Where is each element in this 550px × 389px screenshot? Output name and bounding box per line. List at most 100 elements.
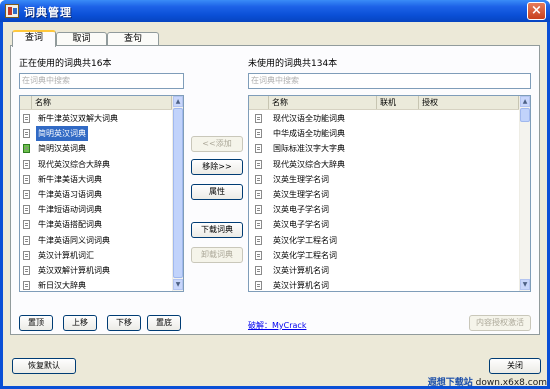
in-use-search-input[interactable]: 在词典中搜索	[19, 73, 184, 89]
header-icon-column	[249, 96, 269, 109]
header-name-column[interactable]: 名称	[32, 96, 172, 109]
crack-info: 破解：MyCrack	[248, 320, 306, 331]
in-use-dictionary-row[interactable]: 牛津英语搭配词典	[20, 217, 172, 232]
in-use-dictionary-row[interactable]: 简明汉英词典	[20, 141, 172, 156]
not-in-use-dictionary-row[interactable]: 英汉生理学名词	[249, 187, 519, 202]
not-in-use-list-header: 名称 联机 授权	[249, 96, 519, 110]
scroll-down-arrow-icon[interactable]: ▼	[173, 279, 183, 290]
dictionary-name: 英汉双解计算机词典	[38, 266, 110, 275]
in-use-dictionary-row[interactable]: 英汉双解计算机词典	[20, 263, 172, 278]
window-title: 词典管理	[24, 6, 72, 19]
not-in-use-dictionary-row[interactable]: 现代英汉综合大辞典	[249, 157, 519, 172]
dictionary-name: 英汉计算机名词	[273, 281, 329, 291]
scroll-thumb[interactable]	[520, 108, 530, 122]
scroll-thumb[interactable]	[173, 108, 183, 278]
not-in-use-dictionary-list[interactable]: 名称 联机 授权 现代汉语全功能词典中华成语全功能词典国际标准汉字大字典 现代英汉…	[248, 95, 531, 292]
dict-icon	[23, 190, 30, 199]
dict-icon	[23, 250, 30, 260]
dict-icon	[255, 190, 262, 199]
dictionary-name: 牛津英语习语词典	[38, 190, 102, 199]
not-in-use-dictionary-row[interactable]: 英汉电子学名词	[249, 217, 519, 232]
not-in-use-dictionary-row[interactable]: 中华成语全功能词典	[249, 126, 519, 141]
in-use-dictionary-row[interactable]: 现代英汉综合大辞典	[20, 157, 172, 172]
tab-panel: 正在使用的词典共16本 在词典中搜索 名称 新牛津英汉双解大词典简明英汉词典 简明…	[10, 45, 540, 335]
in-use-vertical-scrollbar[interactable]: ▲ ▼	[172, 96, 183, 291]
dictionary-name: 现代英汉综合大辞典	[38, 159, 110, 169]
scroll-down-arrow-icon[interactable]: ▼	[520, 279, 530, 290]
dict-icon	[23, 220, 30, 230]
uninstall-dictionary-button[interactable]: 卸载词典	[191, 247, 243, 263]
dictionary-name: 英汉化学工程名词	[273, 235, 337, 245]
close-button[interactable]: 关闭	[489, 358, 541, 374]
in-use-dictionary-row[interactable]: 新牛津英汉双解大词典	[20, 111, 172, 126]
move-up-button[interactable]: 上移	[63, 315, 97, 331]
dict-icon	[23, 129, 30, 139]
dialog-client-area: 查词 取词 查句 正在使用的词典共16本 在词典中搜索 名称 新牛津英汉双解大词…	[3, 22, 547, 386]
not-in-use-vertical-scrollbar[interactable]: ▲ ▼	[519, 96, 530, 291]
not-in-use-dictionary-row[interactable]: 国际标准汉字大字典	[249, 141, 519, 156]
in-use-dictionary-row[interactable]: 简明英汉词典	[20, 126, 172, 142]
scroll-up-arrow-icon[interactable]: ▲	[173, 96, 183, 107]
move-bottom-button[interactable]: 置底	[147, 315, 181, 331]
title-bar[interactable]: 词典管理 ×	[0, 0, 550, 22]
crack-link[interactable]: MyCrack	[272, 321, 306, 330]
not-in-use-dictionary-row[interactable]: 汉英计算机名词	[249, 263, 519, 278]
dict-icon	[255, 144, 262, 154]
in-use-count-label: 正在使用的词典共16本	[19, 59, 112, 69]
dictionary-name: 简明英汉词典	[36, 126, 88, 142]
tab-lookup-sentence[interactable]: 查句	[107, 32, 159, 46]
in-use-dictionary-row[interactable]: 新牛津美语大词典	[20, 172, 172, 187]
not-in-use-search-input[interactable]: 在词典中搜索	[248, 73, 531, 89]
dictionary-name: 汉英电子学名词	[273, 205, 329, 215]
in-use-dictionary-row[interactable]: 牛津英语习语词典	[20, 187, 172, 202]
tab-lookup-word[interactable]: 查词	[12, 30, 56, 47]
dictionary-name: 汉英化学工程名词	[273, 250, 337, 260]
dictionary-name: 现代汉语全功能词典	[273, 114, 345, 123]
tab-capture-word[interactable]: 取词	[56, 32, 107, 46]
dictionary-name: 英汉计算机词汇	[38, 250, 94, 260]
header-license-column[interactable]: 授权	[419, 96, 519, 109]
crack-label: 破解：	[248, 321, 272, 330]
not-in-use-count-label: 未使用的词典共134本	[248, 59, 338, 69]
dictionary-name: 牛津英语搭配词典	[38, 220, 102, 230]
dictionary-name: 国际标准汉字大字典	[273, 144, 345, 154]
dict-icon	[255, 114, 262, 123]
header-online-column[interactable]: 联机	[377, 96, 419, 109]
dict-icon	[255, 235, 262, 245]
in-use-dictionary-row[interactable]: 牛津短语动词词典	[20, 202, 172, 217]
add-dictionary-button[interactable]: <<添加	[191, 136, 243, 152]
download-dictionary-button[interactable]: 下载词典	[191, 222, 243, 238]
watermark-url: down.x6x8.com	[475, 378, 547, 388]
remove-dictionary-button[interactable]: 移除>>	[191, 159, 243, 175]
dict-icon	[255, 129, 262, 139]
dict-icon	[23, 174, 30, 184]
header-icon-column	[20, 96, 32, 109]
dictionary-manager-window: 词典管理 × 查词 取词 查句 正在使用的词典共16本 在词典中搜索 名称 新牛…	[0, 0, 550, 389]
window-close-button[interactable]: ×	[527, 2, 546, 20]
watermark-brand: 遐想下载站	[427, 378, 473, 388]
content-license-activate-button[interactable]: 内容授权激活	[469, 315, 531, 331]
scroll-up-arrow-icon[interactable]: ▲	[520, 96, 530, 107]
dictionary-name: 现代英汉综合大辞典	[273, 159, 345, 169]
restore-default-button[interactable]: 恢复默认	[12, 358, 76, 374]
in-use-dictionary-row[interactable]: 新日汉大辞典	[20, 278, 172, 291]
dictionary-name: 汉英计算机名词	[273, 266, 329, 275]
properties-button[interactable]: 属性	[191, 184, 243, 200]
not-in-use-dictionary-row[interactable]: 汉英电子学名词	[249, 202, 519, 217]
dictionary-name: 新牛津英汉双解大词典	[38, 114, 118, 123]
in-use-dictionary-list[interactable]: 名称 新牛津英汉双解大词典简明英汉词典 简明汉英词典现代英汉综合大辞典新牛津美语大…	[19, 95, 184, 292]
move-top-button[interactable]: 置顶	[19, 315, 53, 331]
not-in-use-dictionary-row[interactable]: 现代汉语全功能词典	[249, 111, 519, 126]
move-down-button[interactable]: 下移	[107, 315, 141, 331]
dict-icon	[255, 159, 262, 169]
dictionary-name: 牛津英语同义词词典	[38, 235, 110, 245]
not-in-use-dictionary-row[interactable]: 英汉化学工程名词	[249, 233, 519, 248]
in-use-dictionary-row[interactable]: 英汉计算机词汇	[20, 248, 172, 263]
in-use-dictionary-row[interactable]: 牛津英语同义词词典	[20, 233, 172, 248]
not-in-use-dictionary-row[interactable]: 汉英化学工程名词	[249, 248, 519, 263]
not-in-use-dictionary-row[interactable]: 汉英生理学名词	[249, 172, 519, 187]
dictionary-name: 新日汉大辞典	[38, 281, 86, 291]
not-in-use-dictionary-row[interactable]: 英汉计算机名词	[249, 278, 519, 291]
in-use-list-header: 名称	[20, 96, 172, 110]
header-name-column[interactable]: 名称	[269, 96, 377, 109]
